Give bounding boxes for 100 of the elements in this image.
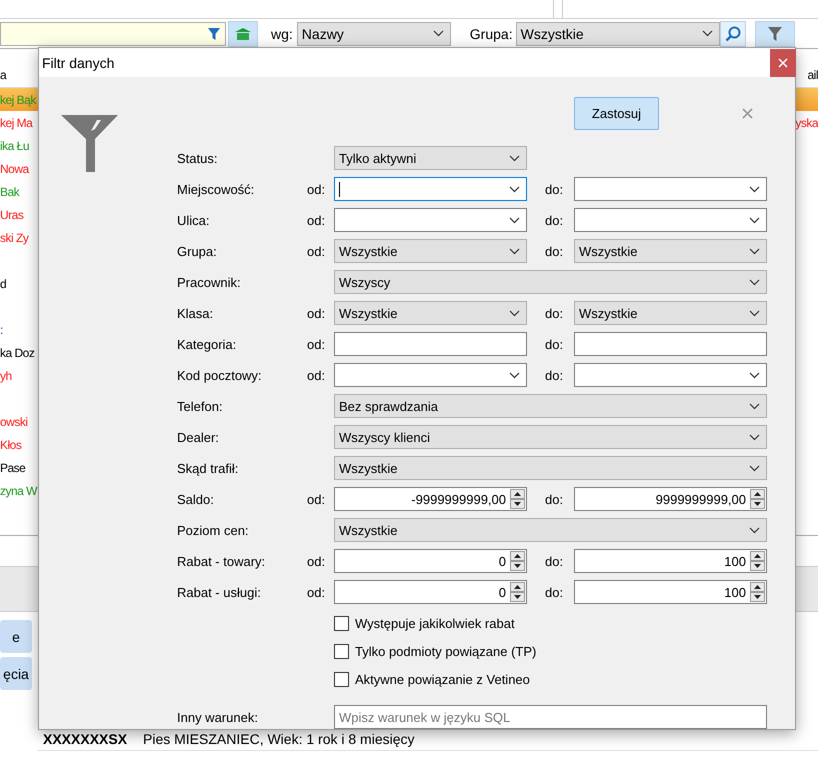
chevron-icon bbox=[509, 372, 520, 378]
search-button[interactable] bbox=[720, 20, 746, 46]
spin-buttons-icon[interactable] bbox=[750, 582, 765, 602]
search-field[interactable] bbox=[0, 22, 226, 46]
number-field[interactable]: 100 bbox=[574, 549, 767, 573]
combo-box[interactable] bbox=[574, 208, 767, 232]
field-label: Telefon: bbox=[177, 398, 224, 414]
side-button[interactable]: ęcia bbox=[0, 657, 32, 690]
dropdown[interactable]: Tylko aktywni bbox=[334, 146, 527, 170]
funnel-icon bbox=[61, 115, 118, 172]
checkbox-label: Występuje jakikolwiek rabat bbox=[355, 616, 515, 631]
spin-buttons-icon[interactable] bbox=[510, 551, 525, 571]
chevron-icon bbox=[432, 30, 444, 37]
chevron-icon bbox=[749, 526, 760, 534]
range-label: od: bbox=[307, 336, 326, 352]
group-dropdown[interactable]: Wszystkie bbox=[516, 22, 720, 46]
range-label: od: bbox=[307, 182, 326, 196]
column-header: a bbox=[0, 68, 6, 82]
client-name: kej Bąk bbox=[0, 92, 36, 106]
combo-box[interactable] bbox=[574, 177, 767, 201]
chevron-icon bbox=[749, 372, 760, 378]
range-label: do: bbox=[544, 306, 564, 320]
dropdown[interactable]: Wszystkie bbox=[574, 239, 767, 263]
checkbox[interactable] bbox=[334, 616, 349, 631]
checkbox[interactable] bbox=[334, 672, 349, 687]
range-label: do: bbox=[544, 244, 564, 258]
spin-buttons-icon[interactable] bbox=[510, 489, 525, 509]
chevron-icon bbox=[509, 154, 520, 162]
input-field[interactable] bbox=[334, 332, 527, 356]
spin-buttons-icon[interactable] bbox=[750, 489, 765, 509]
combo-box[interactable] bbox=[574, 363, 767, 387]
chevron-icon bbox=[749, 186, 760, 192]
combo-box[interactable] bbox=[334, 208, 527, 232]
chevron-icon bbox=[749, 278, 760, 286]
range-label: do: bbox=[544, 336, 564, 352]
field-label: Rabat - towary: bbox=[177, 554, 266, 568]
dropdown[interactable]: Wszystkie bbox=[574, 301, 767, 325]
toolbar-button[interactable] bbox=[228, 20, 258, 46]
apply-button[interactable]: Zastosuj bbox=[574, 97, 659, 130]
range-label: do: bbox=[544, 212, 564, 228]
range-label: do: bbox=[544, 492, 564, 506]
chevron-icon bbox=[749, 434, 760, 440]
combo-box[interactable] bbox=[334, 363, 527, 387]
spin-buttons-icon[interactable] bbox=[750, 551, 765, 571]
table-cell: Pies MIESZANIEC, Wiek: 1 rok i 8 miesięcy bbox=[143, 731, 415, 747]
client-name: ka Doz bbox=[0, 346, 34, 360]
column-header: ail bbox=[807, 68, 818, 82]
number-field[interactable]: 0 bbox=[334, 580, 527, 604]
field-label: Grupa: bbox=[177, 244, 218, 258]
filter-icon bbox=[207, 26, 221, 40]
field-label: Inny warunek: bbox=[177, 710, 259, 724]
spin-buttons-icon[interactable] bbox=[510, 582, 525, 602]
dropdown[interactable]: Wszystkie bbox=[334, 456, 767, 480]
input-field[interactable]: Wpisz warunek w języku SQL bbox=[334, 705, 767, 729]
number-field[interactable]: 0 bbox=[334, 549, 527, 573]
building-icon bbox=[234, 26, 252, 40]
number-field[interactable]: -9999999999,00 bbox=[334, 487, 527, 511]
dropdown[interactable]: Wszystkie bbox=[334, 239, 527, 263]
field-label: Rabat - usługi: bbox=[177, 584, 262, 600]
dropdown[interactable]: Wszystkie bbox=[334, 301, 527, 325]
client-name: ika Łu bbox=[0, 138, 30, 152]
close-button[interactable] bbox=[770, 49, 796, 77]
email-cell: yska bbox=[795, 116, 818, 130]
side-button[interactable]: e bbox=[0, 620, 32, 653]
field-label: Pracownik: bbox=[177, 274, 242, 290]
table-cell-text: XXXXXXXSX bbox=[42, 731, 128, 747]
filter-button[interactable] bbox=[754, 20, 795, 46]
range-label: od: bbox=[307, 368, 326, 382]
close-icon bbox=[778, 58, 788, 68]
range-label: do: bbox=[544, 554, 564, 568]
range-label: od: bbox=[307, 554, 326, 568]
dropdown[interactable]: Bez sprawdzania bbox=[334, 394, 767, 418]
input-field[interactable] bbox=[574, 332, 767, 356]
checkbox-label: Tylko podmioty powiązane (TP) bbox=[355, 644, 536, 659]
field-label: Kod pocztowy: bbox=[177, 368, 263, 382]
chevron-icon bbox=[749, 248, 760, 254]
number-field[interactable]: 100 bbox=[574, 580, 767, 604]
chevron-icon bbox=[749, 310, 760, 316]
number-field[interactable]: 9999999999,00 bbox=[574, 487, 767, 511]
range-label: od: bbox=[307, 584, 326, 600]
client-name: : bbox=[0, 322, 3, 336]
chevron-icon bbox=[702, 30, 713, 37]
checkbox[interactable] bbox=[334, 644, 349, 659]
field-label: Saldo: bbox=[177, 492, 215, 506]
sort-dropdown[interactable]: Nazwy bbox=[296, 22, 451, 46]
field-label: Miejscowość: bbox=[177, 182, 256, 196]
chevron-icon bbox=[509, 310, 520, 316]
close-icon[interactable] bbox=[742, 108, 753, 119]
client-name: Uras bbox=[0, 208, 24, 222]
dropdown[interactable]: Wszyscy klienci bbox=[334, 425, 767, 449]
field-label: Dealer: bbox=[177, 430, 220, 444]
dropdown[interactable]: Wszystkie bbox=[334, 518, 767, 542]
field-label: Ulica: bbox=[177, 212, 211, 228]
search-icon bbox=[724, 26, 741, 42]
chevron-icon bbox=[749, 464, 760, 472]
chevron-icon bbox=[749, 402, 760, 410]
combo-box[interactable] bbox=[334, 177, 527, 201]
text-cursor bbox=[339, 182, 340, 196]
dropdown[interactable]: Wszyscy bbox=[334, 270, 767, 294]
window-title: Filtr danych bbox=[42, 54, 114, 70]
